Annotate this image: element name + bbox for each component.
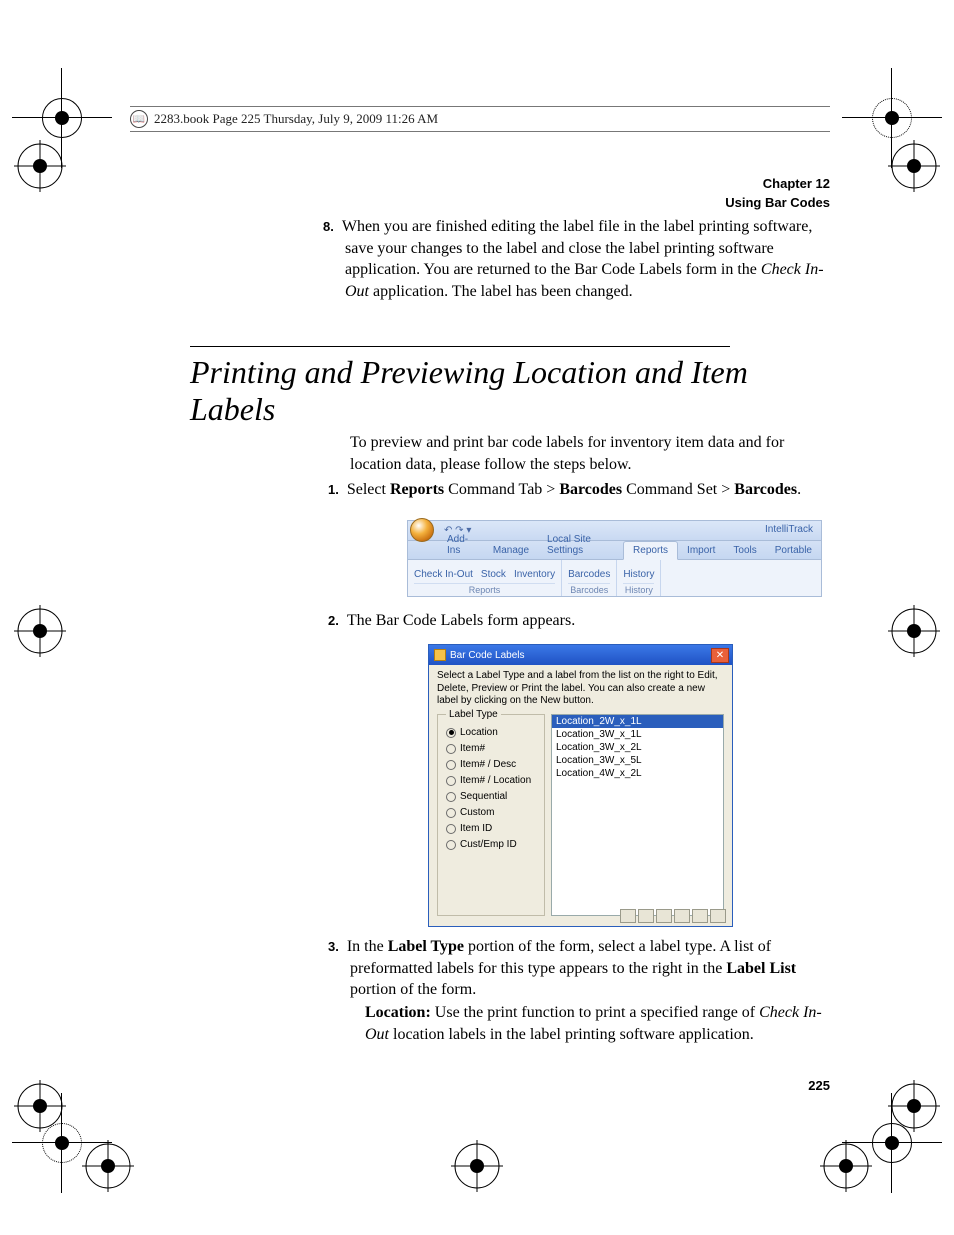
bar-code-labels-dialog: Bar Code Labels ✕ Select a Label Type an… [428, 644, 733, 927]
btn-barcodes[interactable]: Barcodes [568, 569, 610, 580]
ribbon-group-reports: Check In-Out Stock Inventory Reports [408, 560, 562, 596]
tab-add-ins[interactable]: Add-Ins [438, 531, 484, 559]
section-rule [190, 346, 730, 347]
step-1: 1.Select Reports Command Tab > Barcodes … [350, 479, 830, 501]
tab-tools[interactable]: Tools [724, 542, 765, 559]
radio-custom[interactable]: Custom [446, 806, 536, 820]
header-text: 2283.book Page 225 Thursday, July 9, 200… [154, 111, 438, 127]
radio-item-number[interactable]: Item# [446, 742, 536, 756]
radio-icon [446, 808, 456, 818]
fieldset-legend: Label Type [446, 709, 501, 720]
step-8: 8.When you are finished editing the labe… [345, 216, 830, 302]
step-text: application. The label has been changed. [369, 283, 633, 300]
registration-mark [14, 605, 66, 657]
registration-mark [888, 1080, 940, 1132]
radio-icon [446, 760, 456, 770]
list-item[interactable]: Location_2W_x_1L [552, 715, 723, 728]
header-rule [130, 131, 830, 132]
step-number: 1. [328, 482, 339, 497]
registration-mark [14, 1080, 66, 1132]
tab-portable[interactable]: Portable [766, 542, 821, 559]
btn-inventory[interactable]: Inventory [514, 569, 555, 580]
radio-icon [446, 840, 456, 850]
radio-icon [446, 728, 456, 738]
toolbar-button[interactable] [638, 909, 654, 923]
radio-icon [446, 776, 456, 786]
location-paragraph: Location: Use the print function to prin… [365, 1002, 830, 1045]
dialog-icon [434, 649, 446, 661]
step-2: 2.The Bar Code Labels form appears. [350, 610, 830, 632]
tab-reports[interactable]: Reports [623, 541, 678, 560]
dialog-instruction: Select a Label Type and a label from the… [429, 665, 732, 714]
step-number: 8. [323, 219, 334, 234]
section-title: Printing and Previewing Location and Ite… [190, 354, 830, 428]
office-orb-icon [410, 518, 434, 542]
tab-import[interactable]: Import [678, 542, 724, 559]
running-header: 📖 2283.book Page 225 Thursday, July 9, 2… [130, 110, 438, 128]
registration-mark [451, 1140, 503, 1192]
list-item[interactable]: Location_3W_x_1L [552, 728, 723, 741]
dialog-title: Bar Code Labels [450, 650, 525, 661]
chapter-heading: Chapter 12 Using Bar Codes [725, 175, 830, 213]
book-icon: 📖 [130, 110, 148, 128]
list-item[interactable]: Location_3W_x_5L [552, 754, 723, 767]
toolbar-button[interactable] [692, 909, 708, 923]
chapter-label: Chapter 12 [725, 175, 830, 194]
crop-mark [42, 98, 82, 138]
step-number: 2. [328, 613, 339, 628]
page-number: 225 [808, 1078, 830, 1093]
step-3: 3.In the Label Type portion of the form,… [350, 936, 830, 1001]
intro-paragraph: To preview and print bar code labels for… [350, 432, 830, 475]
ribbon-group-barcodes: Barcodes Barcodes [562, 560, 617, 596]
ribbon-group-history: History History [617, 560, 661, 596]
list-item[interactable]: Location_4W_x_2L [552, 767, 723, 780]
toolbar-button[interactable] [710, 909, 726, 923]
ribbon-tab-row: Add-Ins Manage Local Site Settings Repor… [408, 541, 821, 560]
crop-mark [872, 98, 912, 138]
toolbar-button[interactable] [620, 909, 636, 923]
group-name: Reports [414, 583, 555, 595]
step-number: 3. [328, 939, 339, 954]
radio-item-location[interactable]: Item# / Location [446, 774, 536, 788]
radio-icon [446, 824, 456, 834]
chapter-title: Using Bar Codes [725, 194, 830, 213]
toolbar-button[interactable] [674, 909, 690, 923]
step-text: When you are finished editing the label … [342, 218, 813, 278]
toolbar-button[interactable] [656, 909, 672, 923]
close-button[interactable]: ✕ [711, 648, 729, 663]
radio-cust-emp-id[interactable]: Cust/Emp ID [446, 838, 536, 852]
tab-manage[interactable]: Manage [484, 542, 538, 559]
radio-sequential[interactable]: Sequential [446, 790, 536, 804]
registration-mark [820, 1140, 872, 1192]
registration-mark [888, 605, 940, 657]
dialog-toolbar [620, 909, 726, 923]
btn-stock[interactable]: Stock [481, 569, 506, 580]
registration-mark [888, 140, 940, 192]
group-name: History [623, 583, 654, 595]
label-type-fieldset: Label Type Location Item# Item# / Desc I… [437, 714, 545, 916]
tab-local-site-settings[interactable]: Local Site Settings [538, 531, 623, 559]
radio-icon [446, 792, 456, 802]
step-text: The Bar Code Labels form appears. [347, 612, 575, 629]
radio-item-desc[interactable]: Item# / Desc [446, 758, 536, 772]
radio-item-id[interactable]: Item ID [446, 822, 536, 836]
label-list[interactable]: Location_2W_x_1L Location_3W_x_1L Locati… [551, 714, 724, 916]
btn-check-in-out[interactable]: Check In-Out [414, 569, 473, 580]
intro-text: To preview and print bar code labels for… [350, 432, 830, 475]
group-name: Barcodes [568, 583, 610, 595]
btn-history[interactable]: History [623, 569, 654, 580]
radio-location[interactable]: Location [446, 726, 536, 740]
list-item[interactable]: Location_3W_x_2L [552, 741, 723, 754]
ribbon-screenshot: ↶ ↷ ▾ IntelliTrack Add-Ins Manage Local … [407, 520, 822, 597]
registration-mark [14, 140, 66, 192]
app-brand: IntelliTrack [765, 521, 821, 540]
radio-icon [446, 744, 456, 754]
header-rule [130, 106, 830, 107]
registration-mark [82, 1140, 134, 1192]
